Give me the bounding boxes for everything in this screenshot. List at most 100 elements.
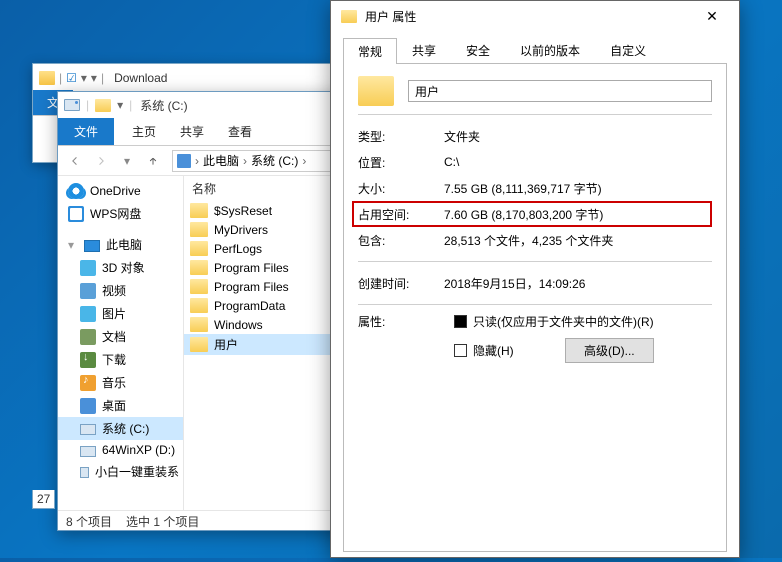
divider: | [101,71,104,85]
file-name: $SysReset [214,204,272,218]
advanced-button[interactable]: 高级(D)... [565,338,654,363]
documents-icon [80,329,96,345]
file-name: ProgramData [214,299,285,313]
folder-icon [190,222,208,237]
value-location: C:\ [444,155,459,169]
nav-label: 视频 [102,282,126,299]
folder-icon [190,279,208,294]
wps-icon [68,206,84,222]
nav-item-desktop[interactable]: 桌面 [58,394,183,417]
chevron-down-icon[interactable]: ▾ [68,238,78,252]
divider: | [129,98,132,112]
ribbon-share-tab[interactable]: 共享 [168,118,216,145]
crumb-drive[interactable]: 系统 (C:) [251,152,298,169]
ribbon-home-tab[interactable]: 主页 [120,118,168,145]
file-name: Program Files [214,280,289,294]
checkbox-indeterminate-icon [454,315,467,328]
divider: | [86,98,89,112]
status-selected: 选中 1 个项目 [126,513,199,530]
crumb-pc[interactable]: 此电脑 [203,152,239,169]
file-name: PerfLogs [214,242,262,256]
nav-history-button[interactable]: ▾ [116,150,138,172]
tab-security[interactable]: 安全 [451,37,505,63]
nav-item-d-drive[interactable]: 64WinXP (D:) [58,440,183,460]
value-contains: 28,513 个文件，4,235 个文件夹 [444,232,613,249]
nav-label: 桌面 [102,397,126,414]
onedrive-icon [68,183,84,199]
nav-label: OneDrive [90,184,141,198]
nav-item-wps[interactable]: WPS网盘 [58,202,183,225]
file-name: 用户 [214,336,238,353]
nav-back-button[interactable] [64,150,86,172]
chevron-right-icon[interactable]: › [195,154,199,168]
row-size-on-disk-highlighted: 占用空间:7.60 GB (8,170,803,200 字节) [352,201,712,227]
downloads-icon [80,352,96,368]
desktop-icon [80,398,96,414]
nav-label: 图片 [102,305,126,322]
dialog-title: 用户 属性 [365,8,416,25]
file-name: MyDrivers [214,223,268,237]
folder-icon [95,99,111,112]
label-location: 位置: [358,154,444,171]
nav-label: 小白一键重装系 [95,463,179,480]
label-size: 大小: [358,180,444,197]
nav-forward-button[interactable] [90,150,112,172]
filter-icon[interactable]: ▾ [81,71,87,85]
nav-item-downloads[interactable]: 下载 [58,348,183,371]
nav-up-button[interactable] [142,150,164,172]
download-titlebar[interactable]: | ☑ ▾ ▾ | Download [33,64,331,92]
tab-prev-versions[interactable]: 以前的版本 [505,37,595,63]
nav-item-c-drive[interactable]: 系统 (C:) [58,417,183,440]
checkbox-icon [454,344,467,357]
tab-custom[interactable]: 自定义 [595,37,661,63]
label-size-on-disk: 占用空间: [358,206,444,223]
nav-label: WPS网盘 [90,205,141,222]
folder-icon [190,298,208,313]
music-icon [80,375,96,391]
properties-tabs: 常规 共享 安全 以前的版本 自定义 [343,37,727,64]
checkbox-readonly[interactable]: 只读(仅应用于文件夹中的文件)(R) [454,313,654,330]
nav-item-3d[interactable]: 3D 对象 [58,256,183,279]
drive-icon [80,424,96,435]
nav-item-documents[interactable]: 文档 [58,325,183,348]
3d-icon [80,260,96,276]
qat-overflow[interactable]: ▾ [91,71,97,85]
tab-general[interactable]: 常规 [343,38,397,64]
check-icon[interactable]: ☑ [66,71,77,85]
ribbon-file-tab[interactable]: 文件 [58,118,114,145]
label-contains: 包含: [358,232,444,249]
nav-label: 文档 [102,328,126,345]
pc-icon [177,154,191,168]
drive-icon [80,446,96,457]
qat-overflow[interactable]: ▾ [117,98,123,112]
divider: | [59,71,62,85]
folder-name-input[interactable] [408,80,712,102]
chevron-right-icon[interactable]: › [302,154,306,168]
nav-item-music[interactable]: 音乐 [58,371,183,394]
label-attributes: 属性: [358,313,444,330]
folder-icon [190,317,208,332]
folder-icon [358,76,394,106]
checkbox-hidden[interactable]: 隐藏(H) [454,342,514,359]
value-size: 7.55 GB (8,111,369,717 字节) [444,180,602,197]
file-name: Program Files [214,261,289,275]
properties-general-panel: 类型:文件夹 位置:C:\ 大小:7.55 GB (8,111,369,717 … [343,64,727,552]
pictures-icon [80,306,96,322]
nav-item-pictures[interactable]: 图片 [58,302,183,325]
nav-item-pc[interactable]: ▾此电脑 [58,233,183,256]
label-created: 创建时间: [358,275,444,292]
close-button[interactable]: ✕ [695,4,729,28]
nav-label: 下载 [102,351,126,368]
folder-icon [190,241,208,256]
folder-icon [190,203,208,218]
nav-item-e-drive[interactable]: 小白一键重装系 [58,460,183,483]
tab-share[interactable]: 共享 [397,37,451,63]
chevron-right-icon[interactable]: › [243,154,247,168]
ribbon-view-tab[interactable]: 查看 [216,118,264,145]
properties-titlebar[interactable]: 用户 属性 ✕ [331,1,739,31]
nav-item-video[interactable]: 视频 [58,279,183,302]
nav-item-onedrive[interactable]: OneDrive [58,180,183,202]
window-title: 系统 (C:) [140,97,187,114]
nav-pane[interactable]: OneDrive WPS网盘 ▾此电脑 3D 对象 视频 图片 文档 下载 音乐… [58,176,184,510]
pc-icon [84,240,100,252]
